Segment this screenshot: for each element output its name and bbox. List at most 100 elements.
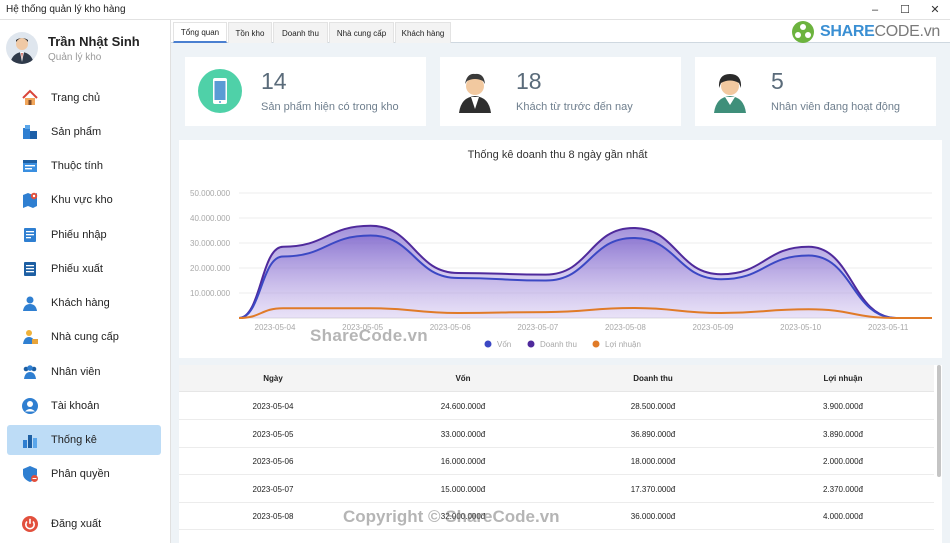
table-row[interactable]: 2023-05-05 33.000.000đ 36.890.000đ 3.890.00…: [179, 420, 934, 448]
column-header-profit: Lợi nhuận: [823, 374, 863, 383]
stat-label: Nhân viên đang hoạt động: [771, 101, 901, 113]
statistics-icon: [21, 431, 39, 449]
stat-label: Khách từ trước đến nay: [516, 101, 633, 113]
column-header-capital: Vốn: [455, 374, 471, 383]
stat-value: 14: [261, 68, 287, 94]
customer-icon: [21, 294, 39, 312]
sidebar-item-label: Nhân viên: [51, 366, 101, 378]
sidebar-item-label: Nhà cung cấp: [51, 331, 119, 343]
column-header-revenue: Doanh thu: [633, 374, 673, 383]
attribute-icon: [21, 157, 39, 175]
sidebar-item-label: Phiếu xuất: [51, 263, 103, 275]
legend-label: Vốn: [497, 340, 511, 349]
tab-suppliers[interactable]: Nhà cung cấp: [329, 22, 394, 43]
table-scrollbar[interactable]: [937, 365, 941, 477]
sidebar: Trần Nhật Sinh Quản lý kho Trang chủ Sản…: [0, 20, 171, 543]
legend-swatch: [592, 340, 600, 348]
y-tick-label: 30.000.000: [190, 239, 231, 248]
warehouse-area-icon: [21, 191, 39, 209]
x-tick-label: 2023-05-10: [780, 323, 821, 332]
tab-overview[interactable]: Tổng quan: [173, 22, 227, 43]
watermark-center: ShareCode.vn: [310, 326, 428, 345]
x-tick-label: 2023-05-06: [430, 323, 471, 332]
sidebar-item-label: Thống kê: [51, 434, 97, 446]
sidebar-item-label: Trang chủ: [51, 92, 101, 104]
main-content: Tổng quan Tồn kho Doanh thu Nhà cung cấp…: [171, 20, 950, 543]
permission-icon: [21, 465, 39, 483]
sidebar-item-permissions[interactable]: Phân quyền: [7, 459, 161, 489]
sidebar-item-statistics[interactable]: Thống kê: [7, 425, 161, 455]
supplier-icon: [21, 328, 39, 346]
cell-capital: 24.600.000đ: [440, 402, 486, 411]
sidebar-item-products[interactable]: Sản phẩm: [7, 117, 161, 147]
cell-revenue: 36.000.000đ: [630, 512, 676, 521]
user-role: Quản lý kho: [48, 52, 102, 63]
sidebar-item-label: Khách hàng: [51, 297, 110, 309]
tab-inventory[interactable]: Tồn kho: [228, 22, 272, 43]
stat-card-staff: 5 Nhân viên đang hoạt động: [695, 57, 936, 126]
y-tick-label: 40.000.000: [190, 214, 231, 223]
stat-label: Sản phẩm hiện có trong kho: [261, 101, 399, 113]
sidebar-item-label: Phiếu nhập: [51, 229, 107, 241]
sidebar-item-warehouse-area[interactable]: Khu vực kho: [7, 185, 161, 215]
sidebar-item-import-slip[interactable]: Phiếu nhập: [7, 220, 161, 250]
sidebar-item-export-slip[interactable]: Phiếu xuất: [7, 254, 161, 284]
minimize-button[interactable]: –: [860, 0, 890, 20]
x-tick-label: 2023-05-07: [517, 323, 558, 332]
cell-profit: 3.890.000đ: [822, 429, 864, 439]
stat-value: 18: [516, 68, 542, 94]
y-tick-label: 20.000.000: [190, 264, 231, 273]
sidebar-item-account[interactable]: Tài khoản: [7, 391, 161, 421]
legend-label: Doanh thu: [540, 340, 577, 349]
sidebar-item-attributes[interactable]: Thuộc tính: [7, 151, 161, 181]
tab-customers[interactable]: Khách hàng: [395, 22, 451, 43]
y-tick-label: 10.000.000: [190, 289, 231, 298]
sidebar-item-staff[interactable]: Nhân viên: [7, 357, 161, 387]
staff-icon: [21, 363, 39, 381]
power-icon: [21, 515, 39, 533]
logout-button[interactable]: Đăng xuất: [7, 509, 161, 539]
table-row[interactable]: 2023-05-06 16.000.000đ 18.000.000đ 2.000.00…: [179, 448, 934, 475]
x-tick-label: 2023-05-04: [255, 323, 296, 332]
home-icon: [21, 89, 39, 107]
close-button[interactable]: ✕: [920, 0, 950, 20]
cell-revenue: 17.370.000đ: [630, 484, 676, 494]
x-tick-label: 2023-05-08: [605, 323, 646, 332]
sidebar-item-label: Thuộc tính: [51, 160, 103, 172]
user-name: Trần Nhật Sinh: [48, 34, 140, 49]
tab-revenue[interactable]: Doanh thu: [273, 22, 328, 43]
logo-brand: SHARE: [820, 22, 875, 40]
revenue-chart: 10.000.000 20.000.000 30.000.000 40.000.000…: [190, 189, 932, 349]
x-tick-label: 2023-05-09: [693, 323, 734, 332]
table-row[interactable]: 2023-05-07 15.000.000đ 17.370.000đ 2.370.00…: [179, 475, 934, 503]
cell-revenue: 28.500.000đ: [630, 402, 676, 411]
y-tick-label: 50.000.000: [190, 189, 231, 198]
title-bar: Hệ thống quản lý kho hàng – ☐ ✕: [0, 0, 950, 20]
cell-date: 2023-05-08: [252, 512, 294, 521]
logo-icon: [792, 20, 814, 43]
cell-capital: 16.000.000đ: [440, 457, 486, 466]
cell-profit: 2.370.000đ: [822, 484, 864, 494]
legend-swatch: [527, 340, 535, 348]
user-profile: Trần Nhật Sinh Quản lý kho: [6, 32, 166, 72]
cell-profit: 3.900.000đ: [822, 402, 864, 411]
maximize-button[interactable]: ☐: [890, 0, 920, 20]
import-slip-icon: [21, 226, 39, 244]
logout-label: Đăng xuất: [51, 518, 102, 530]
sharecode-logo: SHARECODE.vn: [790, 20, 950, 43]
cell-date: 2023-05-07: [252, 484, 294, 494]
cell-profit: 4.000.000đ: [822, 512, 864, 521]
sidebar-item-label: Khu vực kho: [51, 194, 113, 206]
sidebar-item-customers[interactable]: Khách hàng: [7, 288, 161, 318]
sidebar-item-suppliers[interactable]: Nhà cung cấp: [7, 322, 161, 352]
revenue-chart-panel: Thống kê doanh thu 8 ngày gần nhất 10.00…: [179, 140, 942, 358]
sidebar-item-home[interactable]: Trang chủ: [7, 83, 161, 113]
table-row[interactable]: 2023-05-04 24.600.000đ 28.500.000đ 3.900.00…: [179, 393, 934, 420]
cell-revenue: 36.890.000đ: [630, 429, 676, 439]
cell-capital: 15.000.000đ: [440, 484, 486, 494]
cell-profit: 2.000.000đ: [822, 457, 864, 466]
cell-date: 2023-05-06: [252, 457, 294, 466]
watermark-bottom: Copyright © ShareCode.vn: [343, 507, 560, 526]
sidebar-item-label: Tài khoản: [51, 400, 100, 412]
sidebar-item-label: Phân quyền: [51, 468, 110, 480]
